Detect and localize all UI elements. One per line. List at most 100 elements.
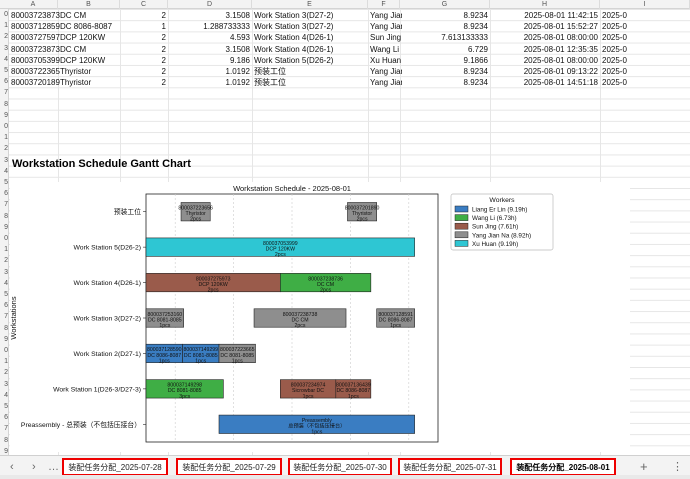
row-header[interactable]: 8 xyxy=(0,324,8,333)
table-cell[interactable]: 8.9234 xyxy=(400,21,488,32)
column-header[interactable]: H xyxy=(490,0,600,9)
row-header[interactable]: 7 xyxy=(0,312,8,321)
table-cell[interactable]: Work Station 4(D26-1) xyxy=(254,44,370,55)
table-cell[interactable]: 2025-08-01 11:42:15 xyxy=(490,10,598,21)
table-cell[interactable]: Work Station 3(D27-2) xyxy=(254,10,370,21)
table-cell[interactable]: Wang Li xyxy=(370,44,402,55)
row-header[interactable]: 4 xyxy=(0,279,8,288)
row-header[interactable]: 6 xyxy=(0,413,8,422)
row-header[interactable]: 9 xyxy=(0,111,8,120)
table-cell[interactable]: 1.0192 xyxy=(168,66,250,77)
table-cell[interactable]: Work Station 4(D26-1) xyxy=(254,32,370,43)
row-header[interactable]: 6 xyxy=(0,301,8,310)
row-header[interactable]: 9 xyxy=(0,335,8,344)
table-cell[interactable]: 2025-08-01 08:00:00 xyxy=(490,32,598,43)
row-header[interactable]: 2 xyxy=(0,144,8,153)
tab-2025-07-30[interactable]: 装配任务分配_2025-07-30 xyxy=(288,458,392,476)
table-cell[interactable]: DC CM xyxy=(60,10,122,21)
row-header[interactable]: 4 xyxy=(0,55,8,64)
more-sheets-icon[interactable]: … xyxy=(48,458,59,476)
row-header[interactable]: 3 xyxy=(0,44,8,53)
table-cell[interactable]: 800037053999 xyxy=(11,55,60,66)
table-cell[interactable]: DC CM xyxy=(60,44,122,55)
table-cell[interactable]: 7.613133333 xyxy=(400,32,488,43)
next-sheet-icon[interactable]: › xyxy=(32,458,36,476)
row-header[interactable]: 3 xyxy=(0,268,8,277)
row-header[interactable]: 8 xyxy=(0,100,8,109)
table-cell[interactable]: 2025-08-01 12:35:35 xyxy=(490,44,598,55)
table-cell[interactable]: 8.9234 xyxy=(400,77,488,88)
column-header[interactable]: D xyxy=(168,0,252,9)
column-header[interactable]: C xyxy=(120,0,168,9)
table-cell[interactable]: 2 xyxy=(120,44,166,55)
row-header[interactable]: 8 xyxy=(0,212,8,221)
row-header[interactable]: 2 xyxy=(0,256,8,265)
table-cell[interactable]: 2025-08-01 14:51:18 xyxy=(490,77,598,88)
add-sheet-icon[interactable]: + xyxy=(640,458,648,476)
table-cell[interactable]: 800037128591 xyxy=(11,21,60,32)
table-cell[interactable]: 1.0192 xyxy=(168,77,250,88)
row-header[interactable]: 5 xyxy=(0,66,8,75)
table-cell[interactable]: 2025-0 xyxy=(602,77,690,88)
table-cell[interactable]: 2 xyxy=(120,32,166,43)
column-header[interactable]: G xyxy=(400,0,490,9)
row-header[interactable]: 1 xyxy=(0,357,8,366)
row-header[interactable]: 4 xyxy=(0,391,8,400)
table-cell[interactable]: 2025-08-01 09:13:22 xyxy=(490,66,598,77)
table-cell[interactable]: 8.9234 xyxy=(400,66,488,77)
table-cell[interactable]: Thyristor xyxy=(60,77,122,88)
tab-2025-07-29[interactable]: 装配任务分配_2025-07-29 xyxy=(176,458,282,476)
row-header[interactable]: 4 xyxy=(0,167,8,176)
row-header[interactable]: 6 xyxy=(0,189,8,198)
table-cell[interactable]: 2025-0 xyxy=(602,32,690,43)
row-header[interactable]: 0 xyxy=(0,234,8,243)
column-header[interactable]: I xyxy=(600,0,690,9)
table-cell[interactable]: 800037238738 xyxy=(11,10,60,21)
row-header[interactable]: 0 xyxy=(0,122,8,131)
table-cell[interactable]: 预装工位 xyxy=(254,66,370,77)
row-header[interactable]: 9 xyxy=(0,223,8,232)
table-cell[interactable]: 2025-0 xyxy=(602,66,690,77)
column-header[interactable]: F xyxy=(368,0,400,9)
row-header[interactable]: 1 xyxy=(0,21,8,30)
tab-2025-08-01[interactable]: 装配任务分配_2025-08-01 xyxy=(510,458,616,476)
table-cell[interactable]: 预装工位 xyxy=(254,77,370,88)
table-cell[interactable]: 2025-08-01 08:00:00 xyxy=(490,55,598,66)
table-cell[interactable]: 2 xyxy=(120,77,166,88)
table-cell[interactable]: 3.1508 xyxy=(168,10,250,21)
table-cell[interactable]: 2 xyxy=(120,10,166,21)
row-header[interactable]: 2 xyxy=(0,32,8,41)
table-cell[interactable]: 1.288733333 xyxy=(168,21,250,32)
row-header[interactable]: 0 xyxy=(0,346,8,355)
table-cell[interactable]: DC 8086-8087 xyxy=(60,21,122,32)
row-header[interactable]: 9 xyxy=(0,447,8,455)
row-header[interactable]: 7 xyxy=(0,88,8,97)
table-cell[interactable]: Xu Huan xyxy=(370,55,402,66)
table-cell[interactable]: Yang Jian Na xyxy=(370,10,402,21)
table-cell[interactable]: 800037223656 xyxy=(11,66,60,77)
table-cell[interactable]: 2025-0 xyxy=(602,10,690,21)
row-header[interactable]: 5 xyxy=(0,290,8,299)
table-cell[interactable]: Yang Jian Na xyxy=(370,21,402,32)
table-cell[interactable]: Sun Jing xyxy=(370,32,402,43)
row-header[interactable]: 5 xyxy=(0,402,8,411)
table-cell[interactable]: 2 xyxy=(120,66,166,77)
table-cell[interactable]: DCP 120KW xyxy=(60,55,122,66)
row-header[interactable]: 7 xyxy=(0,424,8,433)
prev-sheet-icon[interactable]: ‹ xyxy=(10,458,14,476)
sheet-menu-icon[interactable]: ⋮ xyxy=(672,458,683,476)
table-cell[interactable]: Yang Jian Na xyxy=(370,77,402,88)
table-cell[interactable]: Work Station 3(D27-2) xyxy=(254,21,370,32)
column-header[interactable]: E xyxy=(252,0,368,9)
table-cell[interactable]: 4.593 xyxy=(168,32,250,43)
tab-2025-07-28[interactable]: 装配任务分配_2025-07-28 xyxy=(62,458,168,476)
row-header[interactable]: 8 xyxy=(0,436,8,445)
table-cell[interactable]: 6.729 xyxy=(400,44,488,55)
table-cell[interactable]: 2025-0 xyxy=(602,44,690,55)
table-cell[interactable]: 1 xyxy=(120,21,166,32)
column-header[interactable]: A xyxy=(9,0,58,9)
table-cell[interactable]: 2025-0 xyxy=(602,21,690,32)
row-header[interactable]: 3 xyxy=(0,156,8,165)
table-cell[interactable]: 800037201890 xyxy=(11,77,60,88)
table-cell[interactable]: 9.186 xyxy=(168,55,250,66)
